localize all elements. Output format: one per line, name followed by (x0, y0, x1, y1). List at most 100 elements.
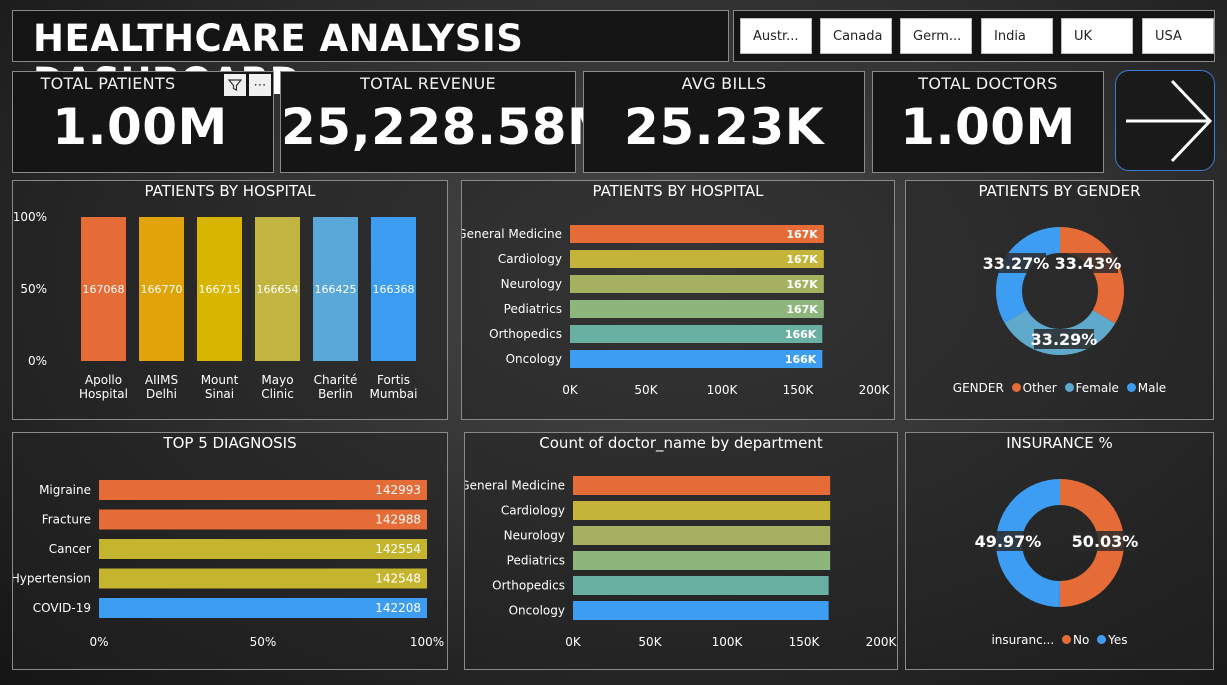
y-tick-label: Pediatrics (507, 554, 565, 568)
donut-slice (996, 227, 1061, 323)
slicer-item-germany[interactable]: Germ... (900, 18, 972, 54)
x-tick-label: 0% (89, 635, 108, 649)
y-tick-label: Cancer (49, 542, 91, 556)
x-tick-label: Sinai (205, 387, 234, 401)
y-tick-label: General Medicine (465, 479, 565, 493)
data-label: 142208 (375, 601, 421, 615)
filter-icon[interactable] (224, 74, 246, 96)
chart-patients-by-hospital: PATIENTS BY HOSPITAL 100% 50% 0% 167068 Apol… (12, 180, 448, 420)
x-tick-label: 100K (712, 635, 744, 649)
chart-patients-by-department: PATIENTS BY HOSPITAL General Medicine 167… (461, 180, 895, 420)
y-tick-label: Pediatrics (504, 302, 562, 316)
x-tick-label: Apollo (85, 373, 122, 387)
data-label: 50.03% (1072, 532, 1139, 551)
x-tick-label: 0K (562, 383, 579, 397)
doctors-by-department-svg: General Medicine Cardiology Neurology Pedia… (465, 476, 897, 649)
data-label: 33.27% (983, 254, 1050, 273)
arrow-right-icon (1126, 79, 1213, 163)
data-label: 166K (785, 353, 817, 366)
chart-patients-by-gender: PATIENTS BY GENDER 33.43% 33.29% 33.27% GE… (905, 180, 1214, 420)
more-options-icon[interactable]: ⋯ (249, 74, 271, 96)
y-tick-label: Orthopedics (492, 579, 565, 593)
legend-item-yes[interactable]: Yes (1108, 633, 1127, 647)
bar (573, 601, 829, 620)
data-label: 167K (786, 253, 818, 266)
kpi-total-doctors: TOTAL DOCTORS 1.00M (872, 71, 1104, 173)
x-tick-label: 50% (250, 635, 277, 649)
slicer-item-india[interactable]: India (981, 18, 1053, 54)
data-label: 142548 (375, 572, 421, 586)
y-tick-label: Cardiology (498, 252, 562, 266)
gender-legend: GENDER Other Female Male (906, 381, 1213, 395)
kpi-label: TOTAL REVENUE (360, 74, 496, 93)
data-label: 166K (785, 328, 817, 341)
x-tick-label: AIIMS (145, 373, 178, 387)
title-panel: HEALTHCARE ANALYSIS DASHBOARD (12, 10, 729, 103)
next-page-button[interactable] (1115, 70, 1215, 171)
x-tick-label: 150K (789, 635, 821, 649)
data-label: 166715 (199, 283, 241, 296)
data-label: 33.29% (1031, 330, 1098, 349)
data-label: 166425 (315, 283, 357, 296)
y-tick-label: 0% (28, 354, 47, 368)
legend-item-male[interactable]: Male (1138, 381, 1166, 395)
data-label: 33.43% (1055, 254, 1122, 273)
kpi-value: 25.23K (624, 98, 824, 156)
x-tick-label: 100% (410, 635, 444, 649)
chart-doctors-by-department: Count of doctor_name by department Gener… (464, 432, 898, 670)
y-tick-label: COVID-19 (33, 601, 91, 615)
x-tick-label: 200K (859, 383, 891, 397)
legend-dot (1011, 383, 1021, 392)
kpi-value: 1.00M (52, 98, 228, 156)
slicer-item-usa[interactable]: USA (1142, 18, 1214, 54)
legend-item-no[interactable]: No (1073, 633, 1089, 647)
y-tick-label: Neurology (501, 277, 562, 291)
legend-dot (1062, 635, 1072, 644)
x-tick-label: 0K (565, 635, 582, 649)
data-label: 167K (786, 278, 818, 291)
bar (573, 576, 829, 595)
y-tick-label: Neurology (504, 529, 565, 543)
kpi-value: 25,228.58M (281, 98, 618, 156)
x-tick-label: Mount (201, 373, 239, 387)
kpi-label: AVG BILLS (681, 74, 767, 93)
slicer-item-uk[interactable]: UK (1061, 18, 1133, 54)
x-tick-label: 50K (634, 383, 658, 397)
x-tick-label: Delhi (146, 387, 177, 401)
y-tick-label: General Medicine (462, 227, 562, 241)
data-label: 166770 (141, 283, 183, 296)
chart-insurance-pct: INSURANCE % 50.03% 49.97% insuranc... No … (905, 432, 1214, 670)
x-tick-label: 50K (638, 635, 662, 649)
x-tick-label: Mumbai (370, 387, 418, 401)
legend-dot (1097, 635, 1107, 644)
x-tick-label: Clinic (261, 387, 294, 401)
slicer-item-australia[interactable]: Austr... (740, 18, 812, 54)
insurance-legend: insuranc... No Yes (906, 633, 1213, 647)
x-tick-label: Berlin (318, 387, 353, 401)
patients-by-hospital-svg: 100% 50% 0% 167068 ApolloHospital 166770 AIIMS… (13, 210, 418, 401)
y-tick-label: Hypertension (13, 572, 91, 586)
bar (573, 551, 831, 570)
data-label: 142554 (375, 542, 421, 556)
slicer-item-canada[interactable]: Canada (820, 18, 892, 54)
x-tick-label: 150K (783, 383, 815, 397)
visual-header-tools: ⋯ (224, 74, 271, 96)
kpi-value: 1.00M (900, 98, 1076, 156)
x-tick-label: 100K (707, 383, 739, 397)
x-tick-label: Mayo (261, 373, 293, 387)
bar (573, 476, 831, 495)
legend-item-female[interactable]: Female (1076, 381, 1119, 395)
y-tick-label: 50% (20, 282, 47, 296)
country-slicer: Austr... Canada Germ... India UK USA (733, 10, 1215, 62)
legend-dot (1126, 383, 1136, 392)
y-tick-label: Fracture (42, 513, 91, 527)
x-tick-label: 200K (866, 635, 897, 649)
top5-diagnosis-svg: Migraine 142993 Fracture 142988 Cancer 142554… (13, 480, 444, 649)
y-tick-label: Cardiology (501, 504, 565, 518)
kpi-total-patients[interactable]: TOTAL PATIENTS 1.00M ⋯ (12, 71, 274, 173)
y-tick-label: Migraine (39, 483, 91, 497)
legend-item-other[interactable]: Other (1023, 381, 1057, 395)
data-label: 167068 (83, 283, 125, 296)
x-tick-label: Hospital (79, 387, 128, 401)
data-label: 166368 (373, 283, 415, 296)
